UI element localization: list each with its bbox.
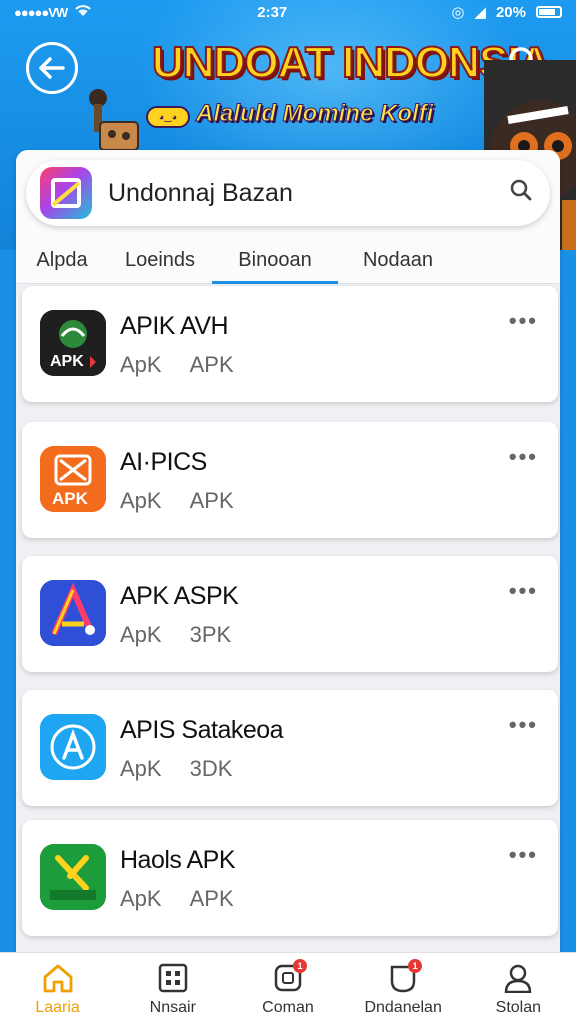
category-tabs: Alpda Loeinds Binooan Nodaan <box>16 236 560 284</box>
search-bar[interactable]: Undonnaj Bazan <box>26 160 550 226</box>
app-name: APK ASPK <box>120 582 239 610</box>
app-name: APIK AVH <box>120 312 229 340</box>
battery-icon <box>536 6 562 18</box>
app-store-icon <box>40 714 106 780</box>
app-meta-type: ApK <box>120 622 162 647</box>
profile-icon <box>503 961 533 995</box>
app-meta-format: APK <box>189 488 234 513</box>
search-icon[interactable] <box>506 178 536 209</box>
list-item[interactable]: APK APIK AVH ApK APK ••• <box>22 286 558 402</box>
nav-label: Coman <box>262 998 314 1016</box>
list-item[interactable]: Haols APK ApK APK ••• <box>22 820 558 936</box>
tab-binooan[interactable]: Binooan <box>212 236 338 284</box>
arrow-icon: ◢ <box>474 4 486 21</box>
apk-green-icon <box>40 844 106 910</box>
list-item[interactable]: APIS Satakeoa ApK 3DK ••• <box>22 690 558 806</box>
nav-item-grid[interactable]: Nnsair <box>118 961 228 1017</box>
svg-text:APK: APK <box>52 489 89 508</box>
home-icon <box>41 961 75 995</box>
more-options-icon[interactable]: ••• <box>509 444 538 470</box>
app-meta: ApK 3PK <box>120 622 231 648</box>
tab-loeinds[interactable]: Loeinds <box>108 236 212 284</box>
nav-item-home[interactable]: Laaria <box>3 961 113 1017</box>
status-time: 2:37 <box>257 3 288 21</box>
mascot-illustration <box>89 89 139 151</box>
location-icon: ◎ <box>451 4 465 21</box>
arrow-left-icon <box>39 57 65 79</box>
app-meta-format: APK <box>189 352 234 377</box>
tab-alpda[interactable]: Alpda <box>16 236 108 284</box>
notification-badge: 1 <box>292 958 307 973</box>
back-button[interactable] <box>26 42 78 94</box>
app-meta-format: 3DK <box>189 756 233 781</box>
app-meta-format: 3PK <box>189 622 232 647</box>
nav-label: Dndanelan <box>364 998 442 1016</box>
status-bar: ●●●●●VW 2:37 ◎ ◢ 20% <box>0 0 576 24</box>
apk-triangle-icon <box>40 580 106 646</box>
app-logo-icon <box>40 167 92 219</box>
more-options-icon[interactable]: ••• <box>509 842 538 868</box>
grid-icon <box>158 961 188 995</box>
hero-badge: ◕‿◕ <box>146 106 190 128</box>
battery-percent: 20% <box>495 3 526 21</box>
app-meta: ApK APK <box>120 352 234 378</box>
list-item[interactable]: APK ASPK ApK 3PK ••• <box>22 556 558 672</box>
hero-subtitle: Alaluld Momine Kolfi <box>195 100 434 128</box>
app-meta-type: ApK <box>120 488 162 513</box>
app-meta-type: ApK <box>120 352 162 377</box>
app-name: Haols APK <box>120 846 236 874</box>
app-meta: ApK APK <box>120 886 234 912</box>
panel-header: Undonnaj Bazan Alpda Loeinds Binooan Nod… <box>16 150 560 284</box>
nav-item-download[interactable]: 1 Dndanelan <box>348 958 458 1017</box>
app-meta-format: APK <box>189 886 234 911</box>
app-name: APIS Satakeoa <box>120 716 284 744</box>
apk-orange-icon: APK <box>40 446 106 512</box>
nav-label: Stolan <box>495 998 542 1016</box>
more-options-icon[interactable]: ••• <box>509 712 538 738</box>
tab-nodaan[interactable]: Nodaan <box>338 236 458 284</box>
search-input[interactable]: Undonnaj Bazan <box>108 179 506 208</box>
nav-item-chat[interactable]: 1 Coman <box>233 958 343 1017</box>
more-options-icon[interactable]: ••• <box>509 578 538 604</box>
nav-label: Laaria <box>35 998 80 1016</box>
app-name: AI·PICS <box>120 448 207 476</box>
list-item[interactable]: APK AI·PICS ApK APK ••• <box>22 422 558 538</box>
app-meta: ApK 3DK <box>120 756 232 782</box>
bottom-navigation: Laaria Nnsair 1 Coman 1 Dndanelan Stolan <box>0 952 576 1024</box>
nav-label: Nnsair <box>149 998 196 1016</box>
notification-badge: 1 <box>408 958 423 973</box>
carrier-signal: ●●●●●VW <box>14 4 68 20</box>
wifi-icon <box>73 2 93 22</box>
app-meta-type: ApK <box>120 756 162 781</box>
nav-item-profile[interactable]: Stolan <box>463 961 573 1017</box>
more-options-icon[interactable]: ••• <box>509 308 538 334</box>
apk-dark-icon: APK <box>40 310 106 376</box>
app-meta: ApK APK <box>120 488 234 514</box>
svg-text:APK: APK <box>50 353 84 370</box>
content-panel: Undonnaj Bazan Alpda Loeinds Binooan Nod… <box>16 150 560 1024</box>
app-meta-type: ApK <box>120 886 162 911</box>
